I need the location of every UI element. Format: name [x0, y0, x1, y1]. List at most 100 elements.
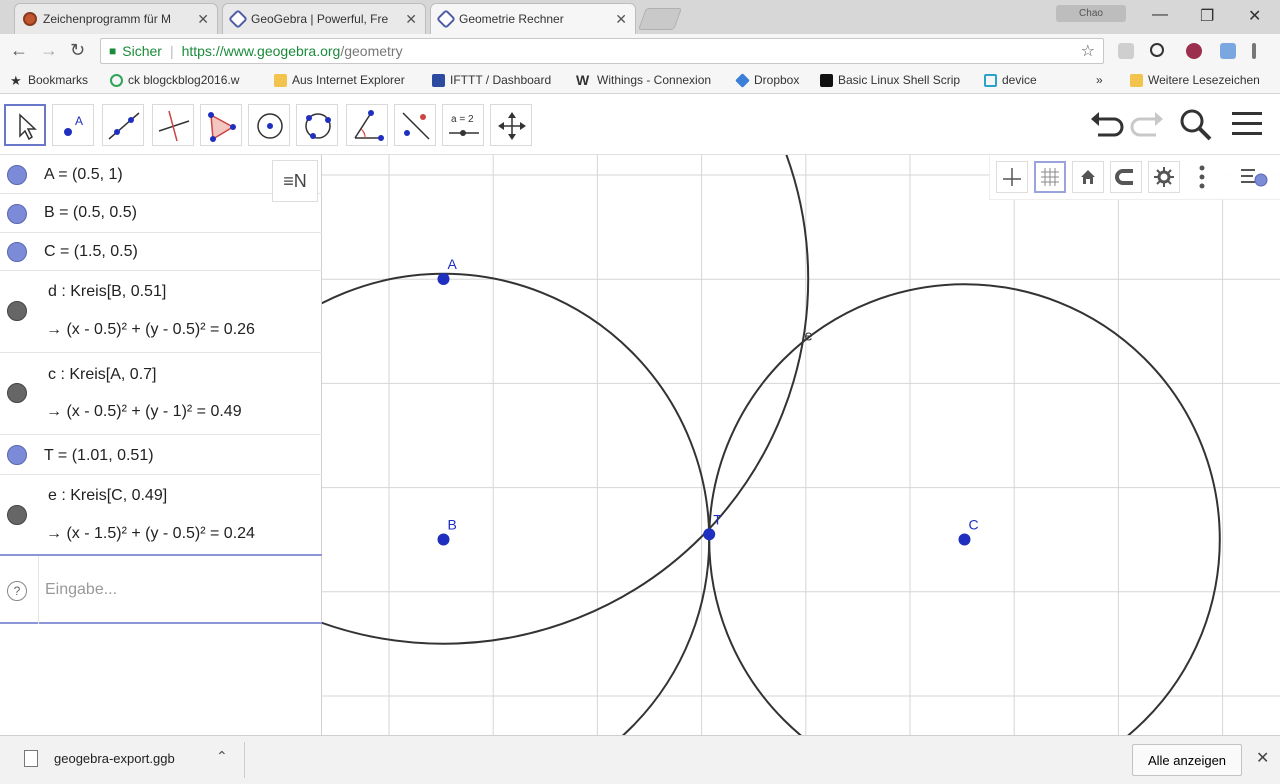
folder-icon — [1130, 73, 1143, 87]
more-options-button[interactable] — [1186, 161, 1218, 193]
tab-close-icon[interactable]: ✕ — [615, 11, 627, 28]
close-download-bar-icon[interactable]: ✕ — [1256, 748, 1269, 768]
home-view-button[interactable] — [1072, 161, 1104, 193]
new-tab-button[interactable] — [637, 8, 683, 30]
polygon-tool[interactable] — [200, 104, 242, 146]
reload-icon[interactable]: ↻ — [70, 40, 85, 61]
browser-menu-icon[interactable] — [1252, 43, 1256, 59]
circle-c[interactable] — [322, 155, 810, 645]
slider-tool[interactable]: a = 2 — [442, 104, 484, 146]
point-capturing-button[interactable] — [1110, 161, 1142, 193]
bookmark-item[interactable]: Basic Linux Shell Scrip — [820, 73, 960, 87]
visibility-toggle-icon[interactable] — [7, 383, 27, 403]
bookmark-item[interactable]: Weitere Lesezeichen — [1130, 73, 1260, 87]
bookmark-item[interactable]: Aus Internet Explorer — [274, 73, 405, 87]
move-view-tool[interactable] — [490, 104, 532, 146]
point-C[interactable] — [958, 533, 971, 546]
bookmark-item[interactable]: ★ Bookmarks — [10, 73, 88, 87]
bookmarks-overflow-button[interactable]: » — [1096, 73, 1103, 87]
download-item[interactable]: geogebra-export.ggb — [24, 750, 175, 767]
reflect-icon — [402, 112, 430, 140]
undo-icon[interactable] — [1088, 109, 1124, 141]
navigation-bar: ← → ↻ ■ Sicher | https://www.geogebra.or… — [0, 34, 1280, 68]
move-view-icon — [498, 112, 526, 140]
download-bar: geogebra-export.ggb ⌃ Alle anzeigen ✕ — [0, 735, 1280, 784]
address-bar[interactable]: ■ Sicher | https://www.geogebra.org /geo… — [100, 38, 1104, 64]
visibility-toggle-icon[interactable] — [7, 505, 27, 525]
algebra-item-text: B = (0.5, 0.5) — [44, 204, 137, 221]
algebra-item-d[interactable]: d : Kreis[B, 0.51] → (x - 0.5)² + (y - 0… — [0, 271, 322, 353]
forward-icon[interactable]: → — [40, 40, 58, 61]
bookmark-item[interactable]: Dropbox — [735, 72, 799, 88]
bookmarks-bar: ★ Bookmarks ck blogckblog2016.w Aus Inte… — [0, 68, 1280, 94]
search-icon[interactable] — [1178, 107, 1214, 143]
window-close-icon[interactable]: ✕ — [1248, 6, 1261, 26]
extension-icon[interactable] — [1220, 43, 1236, 59]
point-B[interactable] — [437, 533, 450, 546]
circle-e[interactable] — [708, 283, 1221, 735]
point-icon: A — [64, 114, 83, 136]
tab-close-icon[interactable]: ✕ — [197, 11, 209, 28]
tab-geometrie-rechner[interactable]: Geometrie Rechner ✕ — [430, 3, 636, 34]
visibility-toggle-icon[interactable] — [7, 165, 27, 185]
profile-button[interactable]: Chao — [1056, 5, 1126, 22]
point-T[interactable] — [703, 528, 716, 541]
circle-three-points-tool[interactable] — [296, 104, 338, 146]
axes-icon — [1003, 168, 1021, 186]
divider — [244, 742, 245, 778]
bookmark-item[interactable]: W Withings - Connexion — [576, 73, 711, 88]
redo-icon[interactable] — [1130, 109, 1166, 141]
graphics-view[interactable]: A B C T e — [322, 155, 1280, 735]
visibility-toggle-icon[interactable] — [7, 301, 27, 321]
show-all-downloads-button[interactable]: Alle anzeigen — [1132, 744, 1242, 776]
algebra-item-text: A = (0.5, 1) — [44, 166, 123, 183]
algebra-item-formula: → (x - 0.5)² + (y - 0.5)² = 0.26 — [46, 321, 255, 338]
extension-icon[interactable] — [1186, 43, 1202, 59]
back-icon[interactable]: ← — [10, 40, 28, 61]
bookmark-item[interactable]: device — [984, 73, 1037, 87]
angle-icon — [354, 110, 384, 141]
help-icon[interactable]: ? — [7, 581, 27, 601]
visibility-toggle-icon[interactable] — [7, 445, 27, 465]
move-tool[interactable] — [4, 104, 46, 146]
bookmark-item[interactable]: IFTTT / Dashboard — [432, 73, 551, 87]
grid-toggle-button[interactable] — [1034, 161, 1066, 193]
tab-close-icon[interactable]: ✕ — [405, 11, 417, 28]
settings-button[interactable] — [1148, 161, 1180, 193]
angle-tool[interactable] — [346, 104, 388, 146]
menu-icon[interactable] — [1230, 109, 1264, 139]
visibility-toggle-icon[interactable] — [7, 242, 27, 262]
grid — [322, 155, 1280, 735]
extension-icon[interactable] — [1118, 43, 1134, 59]
circle-d[interactable] — [322, 272, 711, 735]
bookmark-star-icon[interactable]: ☆ — [1081, 41, 1095, 61]
algebra-item-B[interactable]: B = (0.5, 0.5) — [0, 194, 322, 233]
more-icon: » — [1096, 73, 1103, 87]
bookmark-item[interactable]: ck blogckblog2016.w — [110, 73, 239, 87]
circle-center-point-tool[interactable] — [248, 104, 290, 146]
chevron-up-icon[interactable]: ⌃ — [216, 748, 228, 765]
algebra-item-c[interactable]: c : Kreis[A, 0.7] → (x - 0.5)² + (y - 1)… — [0, 353, 322, 435]
geogebra-favicon-icon — [436, 9, 456, 29]
point-B-label: B — [448, 517, 457, 533]
minimize-icon[interactable]: — — [1152, 6, 1168, 24]
maximize-icon[interactable]: ❐ — [1200, 6, 1214, 26]
perpendicular-tool[interactable] — [152, 104, 194, 146]
style-bar-toggle-button[interactable] — [1238, 161, 1270, 193]
reflect-tool[interactable] — [394, 104, 436, 146]
point-A[interactable] — [437, 273, 450, 285]
algebra-item-T[interactable]: T = (1.01, 0.51) — [0, 435, 322, 475]
slider-icon: a = 2 — [449, 114, 479, 136]
tab-zeichenprogramm[interactable]: Zeichenprogramm für M ✕ — [14, 3, 218, 34]
algebra-item-C[interactable]: C = (1.5, 0.5) — [0, 233, 322, 271]
point-tool[interactable]: A — [52, 104, 94, 146]
algebra-item-e[interactable]: e : Kreis[C, 0.49] → (x - 1.5)² + (y - 0… — [0, 475, 322, 554]
tab-geogebra[interactable]: GeoGebra | Powerful, Fre ✕ — [222, 3, 426, 34]
home-icon — [1081, 170, 1095, 184]
visibility-toggle-icon[interactable] — [7, 204, 27, 224]
algebra-input-field[interactable] — [38, 556, 329, 624]
graphics-canvas[interactable]: A B C T e — [322, 155, 1280, 735]
line-tool[interactable] — [102, 104, 144, 146]
search-extension-icon[interactable] — [1150, 43, 1164, 57]
axes-toggle-button[interactable] — [996, 161, 1028, 193]
